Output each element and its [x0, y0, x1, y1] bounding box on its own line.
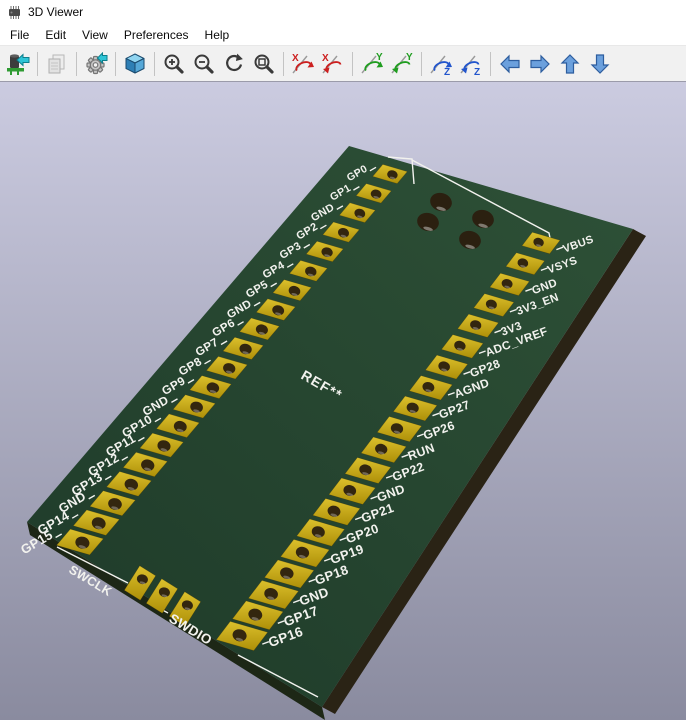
toolbar-rotate-y-ccw-button[interactable]: Y	[387, 49, 417, 78]
pan-up-icon	[558, 52, 582, 76]
toolbar-separator	[37, 52, 38, 76]
menu-item-edit[interactable]: Edit	[37, 25, 74, 45]
toolbar-separator	[283, 52, 284, 76]
toolbar-zoom-out-button[interactable]	[189, 49, 219, 78]
toolbar-rotate-y-cw-button[interactable]: Y	[357, 49, 387, 78]
toolbar-redraw-button[interactable]	[219, 49, 249, 78]
svg-text:X: X	[322, 53, 329, 64]
preferences-icon	[84, 52, 108, 76]
copy-image-icon	[45, 52, 69, 76]
svg-text:Z: Z	[444, 67, 450, 76]
rotate-y-cw-icon: Y	[360, 52, 384, 76]
toolbar-separator	[154, 52, 155, 76]
toolbar-separator	[76, 52, 77, 76]
pcb-3d-scene: GP0GP1GNDGP2GP3GP4GP5GNDGP6GP7GP8GP9GNDG…	[0, 82, 686, 720]
toolbar-separator	[352, 52, 353, 76]
render-options-icon	[123, 52, 147, 76]
toolbar-pan-left-button[interactable]	[495, 49, 525, 78]
zoom-out-icon	[192, 52, 216, 76]
menu-item-file[interactable]: File	[2, 25, 37, 45]
svg-text:Y: Y	[376, 52, 383, 63]
menubar: FileEditViewPreferencesHelp	[0, 24, 686, 45]
toolbar-pan-down-button[interactable]	[585, 49, 615, 78]
menu-item-help[interactable]: Help	[197, 25, 238, 45]
toolbar-rotate-z-cw-button[interactable]: Z	[426, 49, 456, 78]
toolbar-separator	[421, 52, 422, 76]
pan-right-icon	[528, 52, 552, 76]
pan-left-icon	[498, 52, 522, 76]
3d-viewer-window: 3D Viewer FileEditViewPreferencesHelp XX…	[0, 0, 686, 720]
rotate-x-ccw-icon: X	[321, 52, 345, 76]
rotate-z-ccw-icon: Z	[459, 52, 483, 76]
toolbar-render-options-button[interactable]	[120, 49, 150, 78]
menu-item-preferences[interactable]: Preferences	[116, 25, 197, 45]
toolbar-zoom-to-fit-button[interactable]	[249, 49, 279, 78]
toolbar-separator	[490, 52, 491, 76]
svg-text:Z: Z	[474, 67, 480, 76]
chip-icon	[7, 5, 22, 20]
window-title: 3D Viewer	[28, 5, 83, 19]
svg-text:X: X	[292, 53, 299, 64]
toolbar-reload-board-button[interactable]	[3, 49, 33, 78]
svg-text:Y: Y	[406, 52, 413, 63]
3d-viewport[interactable]: GP0GP1GNDGP2GP3GP4GP5GNDGP6GP7GP8GP9GNDG…	[0, 82, 686, 720]
titlebar: 3D Viewer	[0, 0, 686, 24]
pcb-board: GP0GP1GNDGP2GP3GP4GP5GNDGP6GP7GP8GP9GNDG…	[18, 146, 646, 720]
rotate-y-ccw-icon: Y	[390, 52, 414, 76]
menu-item-view[interactable]: View	[74, 25, 116, 45]
toolbar-separator	[115, 52, 116, 76]
reload-board-icon	[6, 52, 30, 76]
zoom-in-icon	[162, 52, 186, 76]
rotate-z-cw-icon: Z	[429, 52, 453, 76]
toolbar-pan-right-button[interactable]	[525, 49, 555, 78]
toolbar-rotate-z-ccw-button[interactable]: Z	[456, 49, 486, 78]
toolbar-copy-image-button[interactable]	[42, 49, 72, 78]
toolbar-zoom-in-button[interactable]	[159, 49, 189, 78]
toolbar-rotate-x-ccw-button[interactable]: X	[318, 49, 348, 78]
toolbar-pan-up-button[interactable]	[555, 49, 585, 78]
toolbar-preferences-button[interactable]	[81, 49, 111, 78]
pan-down-icon	[588, 52, 612, 76]
toolbar: X X Y Y Z Z	[0, 45, 686, 82]
zoom-to-fit-icon	[252, 52, 276, 76]
redraw-icon	[222, 52, 246, 76]
rotate-x-cw-icon: X	[291, 52, 315, 76]
toolbar-rotate-x-cw-button[interactable]: X	[288, 49, 318, 78]
